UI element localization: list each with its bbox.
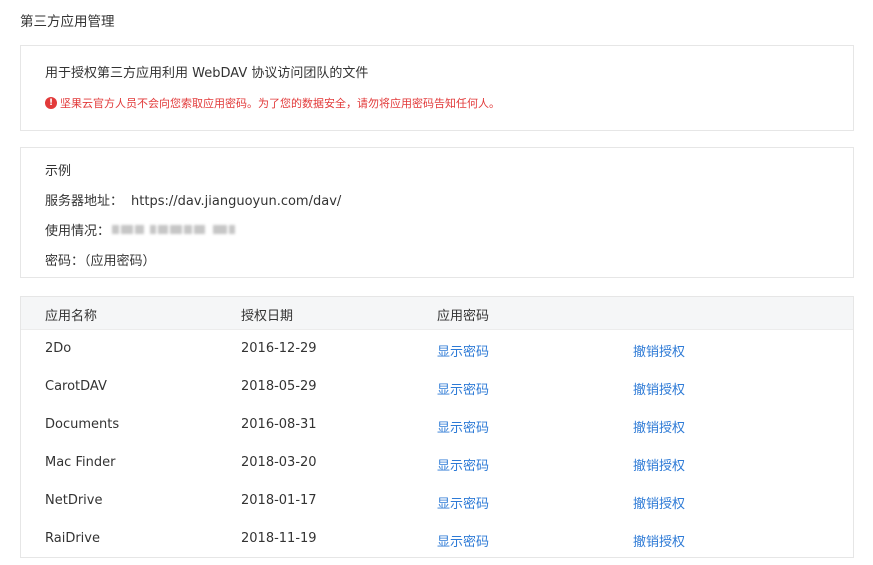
column-header-app-password: 应用密码 [437, 309, 490, 324]
revoke-authorization-link[interactable]: 撤销授权 [633, 379, 685, 398]
password-row: 密码：（应用密码） [45, 250, 156, 269]
info-panel: 用于授权第三方应用利用 WebDAV 协议访问团队的文件 ! 坚果云官方人员不会… [20, 45, 854, 131]
table-row: Mac Finder 2018-03-20 显示密码 撤销授权 [21, 444, 853, 482]
revoke-authorization-link[interactable]: 撤销授权 [633, 493, 685, 512]
show-password-link[interactable]: 显示密码 [437, 417, 489, 436]
table-row: RaiDrive 2018-11-19 显示密码 撤销授权 [21, 520, 853, 558]
auth-date: 2018-03-20 [241, 455, 317, 470]
show-password-link[interactable]: 显示密码 [437, 341, 489, 360]
auth-date: 2016-08-31 [241, 417, 317, 432]
usage-label: 使用情况： [45, 224, 111, 239]
revoke-authorization-link[interactable]: 撤销授权 [633, 341, 685, 360]
security-warning: ! 坚果云官方人员不会向您索取应用密码。为了您的数据安全，请勿将应用密码告知任何… [45, 95, 500, 111]
app-name: CarotDAV [45, 379, 107, 394]
column-header-app-name: 应用名称 [45, 309, 98, 324]
exclamation-circle-icon: ! [45, 97, 57, 109]
page-title: 第三方应用管理 [20, 14, 115, 30]
column-header-auth-date: 授权日期 [241, 309, 294, 324]
auth-date: 2016-12-29 [241, 341, 317, 356]
table-row: CarotDAV 2018-05-29 显示密码 撤销授权 [21, 368, 853, 406]
server-address-value: https://dav.jianguoyun.com/dav/ [131, 194, 342, 209]
usage-row: 使用情况： [45, 220, 237, 239]
example-panel: 示例 服务器地址： https://dav.jianguoyun.com/dav/… [20, 147, 854, 278]
table-row: Documents 2016-08-31 显示密码 撤销授权 [21, 406, 853, 444]
revoke-authorization-link[interactable]: 撤销授权 [633, 455, 685, 474]
auth-date: 2018-11-19 [241, 531, 317, 546]
password-label: 密码： [45, 254, 85, 269]
server-address-row: 服务器地址： https://dav.jianguoyun.com/dav/ [45, 190, 341, 209]
app-name: NetDrive [45, 493, 103, 508]
info-description: 用于授权第三方应用利用 WebDAV 协议访问团队的文件 [45, 66, 369, 81]
show-password-link[interactable]: 显示密码 [437, 455, 489, 474]
security-warning-text: 坚果云官方人员不会向您索取应用密码。为了您的数据安全，请勿将应用密码告知任何人。 [60, 97, 500, 110]
revoke-authorization-link[interactable]: 撤销授权 [633, 531, 685, 550]
password-value: （应用密码） [84, 254, 156, 269]
server-address-label: 服务器地址： [45, 194, 124, 209]
show-password-link[interactable]: 显示密码 [437, 531, 489, 550]
auth-date: 2018-05-29 [241, 379, 317, 394]
app-name: 2Do [45, 341, 72, 356]
app-table: 应用名称 授权日期 应用密码 2Do 2016-12-29 显示密码 撤销授权 … [20, 296, 854, 558]
usage-redacted-value [112, 223, 237, 237]
auth-date: 2018-01-17 [241, 493, 317, 508]
show-password-link[interactable]: 显示密码 [437, 493, 489, 512]
app-name: RaiDrive [45, 531, 100, 546]
table-row: NetDrive 2018-01-17 显示密码 撤销授权 [21, 482, 853, 520]
app-name: Mac Finder [45, 455, 116, 470]
table-row: 2Do 2016-12-29 显示密码 撤销授权 [21, 330, 853, 368]
table-header: 应用名称 授权日期 应用密码 [21, 297, 853, 330]
example-heading: 示例 [45, 164, 72, 179]
revoke-authorization-link[interactable]: 撤销授权 [633, 417, 685, 436]
app-name: Documents [45, 417, 120, 432]
show-password-link[interactable]: 显示密码 [437, 379, 489, 398]
